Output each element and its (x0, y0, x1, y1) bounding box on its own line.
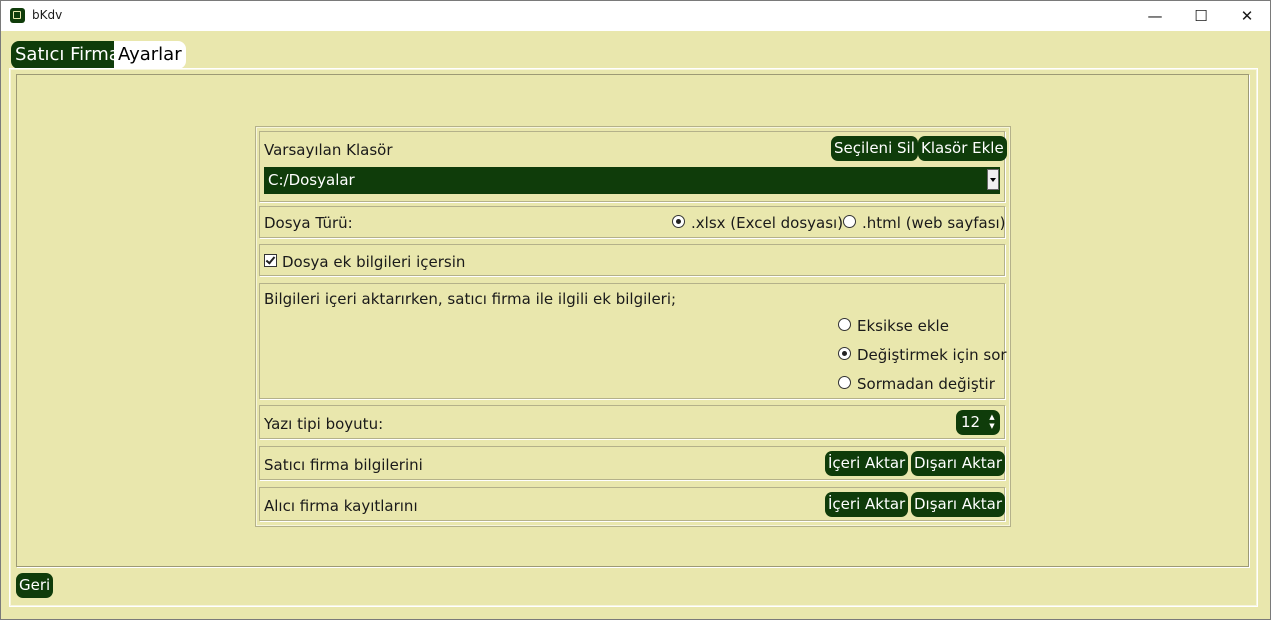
seller-export-button[interactable]: Dışarı Aktar (911, 451, 1006, 476)
radio-xlsx[interactable] (672, 215, 685, 228)
radio-add-if-missing-label[interactable]: Eksikse ekle (857, 317, 949, 335)
tab-ayarlar[interactable]: Ayarlar (114, 41, 186, 69)
radio-xlsx-label[interactable]: .xlsx (Excel dosyası) (691, 214, 843, 232)
minimize-button[interactable]: — (1132, 1, 1178, 31)
window-title: bKdv (32, 8, 63, 22)
tab-satici-firma[interactable]: Satıcı Firma (11, 41, 124, 69)
extra-info-label[interactable]: Dosya ek bilgileri içersin (282, 253, 465, 271)
buyer-label: Alıcı firma kayıtlarını (264, 497, 418, 515)
radio-html-label[interactable]: .html (web sayfası) (862, 214, 1006, 232)
close-button[interactable]: ✕ (1224, 1, 1270, 31)
buyer-import-button[interactable]: İçeri Aktar (825, 492, 909, 517)
back-button[interactable]: Geri (16, 573, 54, 598)
extra-info-checkbox[interactable] (264, 254, 277, 267)
font-size-stepper[interactable]: 12 ▲ ▼ (956, 410, 1000, 435)
radio-change-without-asking-label[interactable]: Sormadan değiştir (857, 375, 995, 393)
buyer-export-button[interactable]: Dışarı Aktar (911, 492, 1006, 517)
seller-import-button[interactable]: İçeri Aktar (825, 451, 909, 476)
maximize-button[interactable]: ☐ (1178, 1, 1224, 31)
delete-selected-button[interactable]: Seçileni Sil (831, 136, 918, 161)
import-behaviour-label: Bilgileri içeri aktarırken, satıcı firma… (264, 290, 677, 308)
font-size-label: Yazı tipi boyutu: (264, 415, 384, 433)
folder-select[interactable]: C:/Dosyalar (264, 167, 1000, 194)
radio-add-if-missing[interactable] (838, 318, 851, 331)
file-type-label: Dosya Türü: (264, 214, 353, 232)
title-bar: bKdv — ☐ ✕ (1, 1, 1270, 31)
radio-html[interactable] (843, 215, 856, 228)
font-size-value[interactable]: 12 (961, 413, 980, 431)
add-folder-button[interactable]: Klasör Ekle (918, 136, 1007, 161)
stepper-arrows-icon[interactable]: ▲ ▼ (988, 413, 996, 432)
chevron-down-icon[interactable] (987, 169, 999, 190)
radio-ask-to-change[interactable] (838, 347, 851, 360)
folder-label: Varsayılan Klasör (264, 141, 393, 159)
seller-label: Satıcı firma bilgilerini (264, 456, 423, 474)
folder-select-value: C:/Dosyalar (268, 171, 355, 189)
radio-change-without-asking[interactable] (838, 376, 851, 389)
app-icon (10, 8, 25, 23)
radio-ask-to-change-label[interactable]: Değiştirmek için sor (857, 346, 1007, 364)
